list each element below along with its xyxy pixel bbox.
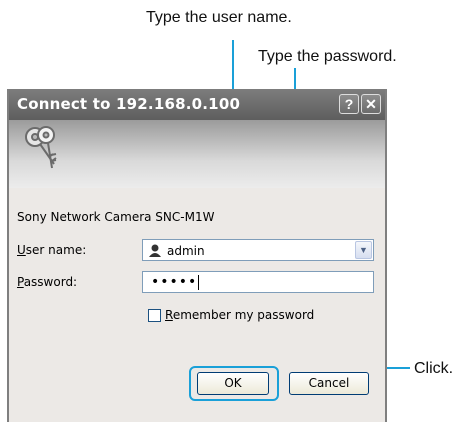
text-cursor bbox=[198, 275, 199, 290]
password-value: ••••• bbox=[151, 274, 198, 290]
dialog-banner bbox=[9, 120, 385, 188]
annotation-username: Type the user name. bbox=[146, 9, 292, 26]
login-dialog: Connect to 192.168.0.100 ? ✕ Sony Networ… bbox=[7, 89, 387, 422]
chevron-down-icon[interactable]: ▼ bbox=[355, 241, 372, 259]
close-icon: ✕ bbox=[365, 96, 377, 112]
remember-password-checkbox[interactable] bbox=[148, 309, 161, 322]
cancel-button[interactable]: Cancel bbox=[289, 372, 369, 395]
password-field[interactable]: ••••• bbox=[142, 271, 374, 293]
dialog-body: Sony Network Camera SNC-M1W User name: a… bbox=[9, 188, 385, 422]
username-label: User name: bbox=[17, 243, 87, 257]
password-label: Password: bbox=[17, 275, 78, 289]
annotation-click: Click. bbox=[414, 360, 454, 377]
user-icon bbox=[149, 244, 161, 257]
realm-text: Sony Network Camera SNC-M1W bbox=[17, 210, 215, 224]
username-value: admin bbox=[167, 244, 205, 258]
dialog-title: Connect to 192.168.0.100 bbox=[17, 95, 241, 113]
remember-password-label[interactable]: Remember my password bbox=[165, 308, 314, 322]
ok-button[interactable]: OK bbox=[197, 372, 269, 395]
help-icon: ? bbox=[344, 96, 354, 112]
username-combobox[interactable]: admin ▼ bbox=[142, 239, 374, 261]
title-bar[interactable]: Connect to 192.168.0.100 ? ✕ bbox=[9, 89, 385, 120]
keys-icon bbox=[25, 126, 57, 169]
annotation-password: Type the password. bbox=[258, 48, 397, 65]
help-button[interactable]: ? bbox=[339, 94, 359, 114]
close-button[interactable]: ✕ bbox=[361, 94, 381, 114]
